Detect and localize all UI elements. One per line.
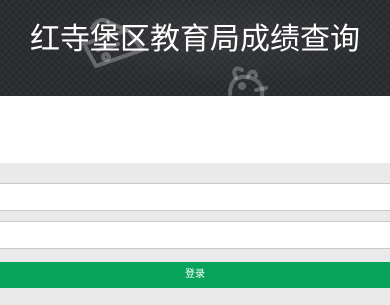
query-field-2[interactable]	[0, 221, 390, 249]
form-spacer	[0, 163, 390, 183]
form-footer-strip	[0, 288, 390, 305]
form-spacer	[0, 211, 390, 221]
rabbit-doodle	[228, 66, 268, 96]
query-field-1[interactable]	[0, 183, 390, 211]
form-spacer	[0, 249, 390, 262]
page-title: 红寺堡区教育局成绩查询	[30, 22, 360, 57]
login-button[interactable]: 登录	[0, 262, 390, 288]
page-header: 红寺堡区教育局成绩查询	[0, 0, 390, 96]
